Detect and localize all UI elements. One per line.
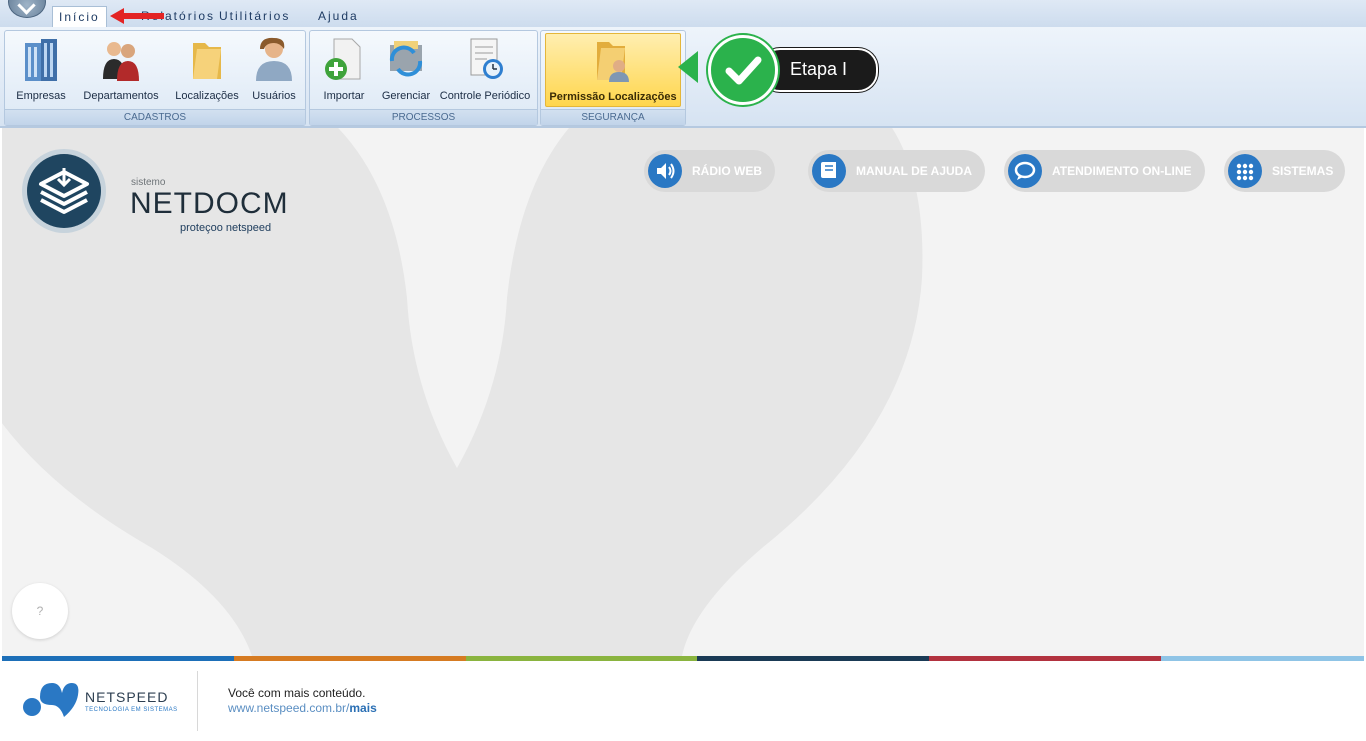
footer-slogan: Você com mais conteúdo.: [228, 686, 366, 700]
chat-icon: [1008, 154, 1042, 188]
empresas-label: Empresas: [16, 90, 66, 102]
manage-icon: [389, 41, 423, 77]
checkmark-icon: [725, 56, 762, 85]
usuarios-button[interactable]: Usuários: [247, 33, 301, 105]
localizacoes-label: Localizações: [175, 90, 239, 102]
tab-ajuda[interactable]: Ajuda: [312, 6, 365, 26]
brand-name: NETDOCM: [130, 187, 289, 220]
netdocm-logo: [22, 149, 106, 233]
url-prefix: www.netspeed.com.br/: [228, 701, 350, 715]
building-icon: [25, 39, 57, 81]
sistemas-label: SISTEMAS: [1272, 164, 1334, 178]
app-menu-button[interactable]: [8, 0, 46, 18]
tab-inicio[interactable]: Início: [52, 6, 107, 28]
gerenciar-label: Gerenciar: [381, 90, 431, 102]
speaker-icon: [648, 154, 682, 188]
grid-icon: [1228, 154, 1262, 188]
import-icon: [325, 38, 361, 80]
permissao-localizacoes-label: Permissão Localizações: [549, 91, 677, 103]
empresas-button[interactable]: Empresas: [11, 33, 71, 105]
manual-de-ajuda-label: MANUAL DE AJUDA: [856, 164, 973, 178]
group-seguranca: Permissão Localizações SEGURANÇA: [540, 30, 686, 126]
group-label-seguranca: SEGURANÇA: [541, 109, 685, 125]
importar-label: Importar: [323, 90, 365, 102]
book-icon: [812, 154, 846, 188]
netspeed-logo: [23, 683, 79, 717]
permissao-localizacoes-button[interactable]: Permissão Localizações: [545, 33, 681, 107]
footer-url-link[interactable]: www.netspeed.com.br/mais: [228, 701, 377, 715]
callout-check-circle: [708, 35, 778, 105]
clock-doc-icon: [470, 38, 503, 79]
callout-text: Etapa I: [790, 59, 848, 79]
group-label-cadastros: CADASTROS: [5, 109, 305, 125]
atendimento-online-label: ATENDIMENTO ON-LINE: [1052, 164, 1192, 178]
localizacoes-button[interactable]: Localizações: [171, 33, 243, 105]
group-cadastros: Empresas Departamentos Localizações Usuá…: [4, 30, 306, 126]
help-button[interactable]: ?: [12, 583, 68, 639]
sistemas-button[interactable]: SISTEMAS: [1224, 150, 1345, 192]
manual-de-ajuda-button[interactable]: MANUAL DE AJUDA: [808, 150, 985, 192]
red-arrow-annotation: [110, 8, 164, 24]
departamentos-button[interactable]: Departamentos: [79, 33, 163, 105]
controle-periodico-label: Controle Periódico: [439, 90, 531, 102]
callout-pointer: [678, 51, 698, 83]
folder-icon: [193, 43, 221, 79]
usuarios-label: Usuários: [252, 90, 296, 102]
folder-user-icon: [597, 42, 629, 82]
layers-icon: [39, 168, 89, 214]
user-icon: [256, 37, 292, 81]
company-name: NETSPEED: [85, 689, 169, 705]
importar-button[interactable]: Importar: [316, 33, 372, 105]
brand-tagline: proteçoo netspeed: [180, 222, 272, 234]
radio-web-label: RÁDIO WEB: [692, 164, 762, 178]
url-suffix: mais: [349, 701, 377, 715]
controle-periodico-button[interactable]: Controle Periódico: [438, 33, 532, 105]
radio-web-button[interactable]: RÁDIO WEB: [644, 150, 775, 192]
company-tagline: TECNOLOGIA EM SISTEMAS: [85, 707, 178, 713]
group-label-processos: PROCESSOS: [310, 109, 537, 125]
group-processos: Importar Gerenciar Controle Periódico PR…: [309, 30, 538, 126]
people-icon: [103, 42, 139, 81]
atendimento-online-button[interactable]: ATENDIMENTO ON-LINE: [1004, 150, 1205, 192]
footer: NETSPEED TECNOLOGIA EM SISTEMAS Você com…: [2, 661, 1364, 739]
gerenciar-button[interactable]: Gerenciar: [376, 33, 436, 105]
footer-divider: [197, 671, 198, 731]
main-content: sistemo NETDOCM proteçoo netspeed RÁDIO …: [2, 128, 1364, 656]
tab-utilitarios[interactable]: Utilitários: [213, 6, 296, 26]
departamentos-label: Departamentos: [83, 90, 159, 102]
menu-bar: Início Relatórios Utilitários Ajuda: [0, 0, 1366, 28]
